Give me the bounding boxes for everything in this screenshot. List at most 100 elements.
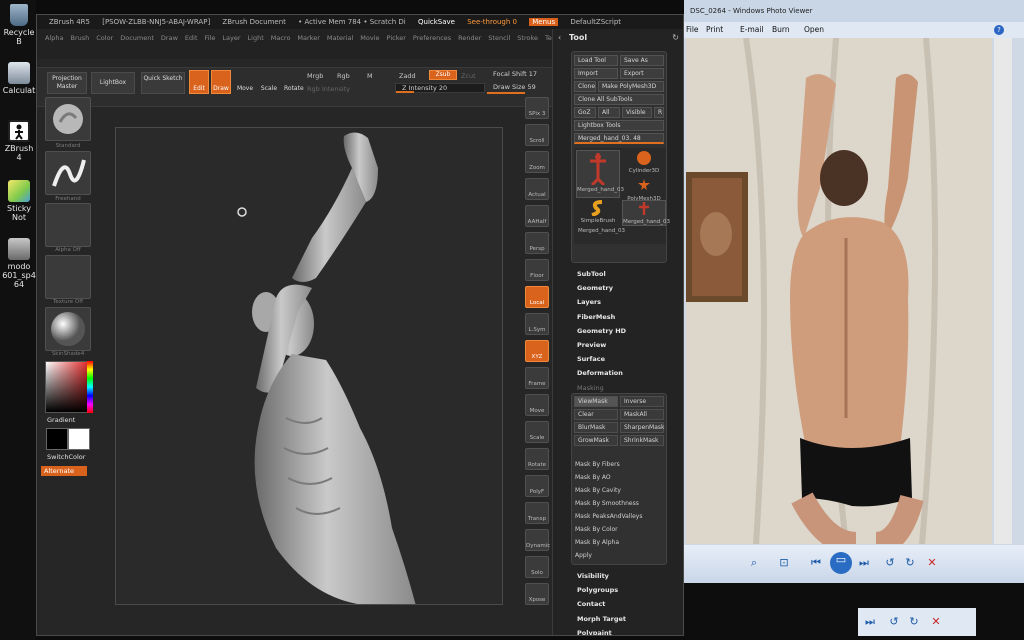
draw-size-slider[interactable]: Draw Size 59 [487, 83, 551, 94]
edit-button[interactable]: Edit [189, 70, 209, 94]
right-toolbar-button[interactable]: Persp [525, 232, 549, 254]
right-toolbar-button[interactable]: Zoom [525, 151, 549, 173]
menu-item[interactable]: Movie [360, 34, 379, 42]
right-toolbar-button[interactable]: Scroll [525, 124, 549, 146]
make-polymesh-button[interactable]: Make PolyMesh3D [598, 81, 664, 92]
tool-thumb-simplebrush[interactable]: SimpleBrush [576, 200, 620, 226]
tool-section-header[interactable]: Visibility [577, 572, 609, 580]
menu-item[interactable]: Preferences [413, 34, 451, 42]
blurmask-button[interactable]: BlurMask [574, 422, 618, 433]
mask-row-button[interactable]: Apply [573, 550, 667, 561]
menu-item[interactable]: File [205, 34, 216, 42]
menus-button[interactable]: Menus [529, 18, 559, 26]
right-toolbar-button[interactable]: Transp [525, 502, 549, 524]
maskall-button[interactable]: MaskAll [620, 409, 664, 420]
main-color-swatch[interactable] [46, 428, 68, 450]
tool-section-header[interactable]: Geometry HD [577, 327, 626, 335]
right-toolbar-button[interactable]: Solo [525, 556, 549, 578]
alternate-button[interactable]: Alternate [41, 466, 87, 476]
current-tool-slider[interactable]: Merged_hand_03. 48 [574, 133, 664, 144]
load-tool-button[interactable]: Load Tool [574, 55, 618, 66]
document-canvas[interactable] [115, 127, 503, 605]
actual-size-icon[interactable]: ⊡ [776, 555, 792, 571]
right-toolbar-button[interactable]: Xpose [525, 583, 549, 605]
menu-item[interactable]: Document [120, 34, 154, 42]
tool-section-header[interactable]: Preview [577, 341, 606, 349]
tool-section-header[interactable]: Layers [577, 298, 601, 306]
menu-item[interactable]: Edit [185, 34, 198, 42]
zoom-icon[interactable]: ⌕ [746, 555, 762, 571]
right-toolbar-button[interactable]: Frame [525, 367, 549, 389]
rotate-cw-icon[interactable]: ↻ [902, 555, 918, 571]
collapse-icon[interactable]: ‹ [558, 33, 561, 42]
lightbox-button[interactable]: LightBox [91, 72, 135, 94]
texture-slot[interactable] [45, 255, 91, 299]
menu-email[interactable]: E-mail [740, 22, 764, 38]
photo-viewer-scrollbar[interactable] [994, 38, 1012, 544]
menu-burn[interactable]: Burn [772, 22, 790, 38]
mask-row-button[interactable]: Mask PeaksAndValleys [573, 511, 667, 522]
delete-icon[interactable]: ✕ [924, 555, 940, 571]
color-picker[interactable] [45, 361, 91, 413]
tool-section-header[interactable]: Polygroups [577, 586, 618, 594]
menu-item[interactable]: Picker [387, 34, 406, 42]
import-button[interactable]: Import [574, 68, 618, 79]
mask-row-button[interactable]: Mask By Color [573, 524, 667, 535]
mask-row-button[interactable]: Mask By Smoothness [573, 498, 667, 509]
tool-section-header[interactable]: Surface [577, 355, 605, 363]
m-button[interactable]: M [367, 72, 373, 80]
refresh-icon[interactable]: ↻ [672, 33, 679, 42]
secondary-color-swatch[interactable] [68, 428, 90, 450]
right-toolbar-button[interactable]: Local [525, 286, 549, 308]
masking-section-label[interactable]: Masking [577, 384, 604, 392]
menu-item[interactable]: Light [248, 34, 264, 42]
right-toolbar-button[interactable]: SPix 3 [525, 97, 549, 119]
shrinkmask-button[interactable]: ShrinkMask [620, 435, 664, 446]
growmask-button[interactable]: GrowMask [574, 435, 618, 446]
desktop-icon-sticky-notes[interactable]: Sticky Not [2, 180, 36, 222]
projection-master-button[interactable]: Projection Master [47, 72, 87, 94]
menu-print[interactable]: Print [706, 22, 723, 38]
quicksave-button[interactable]: QuickSave [418, 18, 455, 26]
mask-row-button[interactable]: Mask By AO [573, 472, 667, 483]
export-button[interactable]: Export [620, 68, 664, 79]
move-button[interactable]: Move [235, 70, 255, 94]
clone-button[interactable]: Clone [574, 81, 596, 92]
menu-item[interactable]: Render [458, 34, 481, 42]
menu-item[interactable]: Brush [70, 34, 89, 42]
quick-sketch-button[interactable]: Quick Sketch [141, 72, 185, 94]
clear-mask-button[interactable]: Clear [574, 409, 618, 420]
mask-row-button[interactable]: Mask By Fibers [573, 459, 667, 470]
viewmask-button[interactable]: ViewMask [574, 396, 618, 407]
tool-section-header[interactable]: Contact [577, 600, 605, 608]
desktop-icon-zbrush[interactable]: ZBrush 4 [2, 120, 36, 162]
inverse-button[interactable]: Inverse [620, 396, 664, 407]
right-toolbar-button[interactable]: Floor [525, 259, 549, 281]
tool-section-header[interactable]: Deformation [577, 369, 623, 377]
previous-icon[interactable]: ⏮ [808, 555, 824, 571]
taskbar-rotate-ccw-icon[interactable]: ↺ [886, 614, 902, 630]
mask-row-button[interactable]: Mask By Alpha [573, 537, 667, 548]
tool-section-header[interactable]: SubTool [577, 270, 606, 278]
see-through-slider[interactable]: See-through 0 [467, 18, 517, 26]
right-toolbar-button[interactable]: Scale [525, 421, 549, 443]
help-icon[interactable]: ? [994, 25, 1004, 35]
goz-button[interactable]: GoZ [574, 107, 596, 118]
menu-item[interactable]: Stencil [488, 34, 510, 42]
menu-item[interactable]: Draw [161, 34, 178, 42]
menu-open[interactable]: Open [804, 22, 824, 38]
menu-file[interactable]: File [686, 22, 699, 38]
material-slot[interactable] [45, 307, 91, 351]
z-intensity-slider[interactable]: Z Intensity 20 [395, 83, 485, 93]
save-as-button[interactable]: Save As [620, 55, 664, 66]
right-toolbar-button[interactable]: PolyF [525, 475, 549, 497]
slideshow-icon[interactable]: ▭ [830, 552, 852, 574]
draw-button[interactable]: Draw [211, 70, 231, 94]
rgb-intensity-slider[interactable]: Rgb Intensity [307, 85, 350, 93]
all-button[interactable]: All [598, 107, 620, 118]
taskbar-next-icon[interactable]: ⏭ [862, 614, 878, 630]
tool-thumb-merged-hand[interactable]: Merged_hand_03 [576, 150, 624, 198]
right-toolbar-button[interactable]: Move [525, 394, 549, 416]
scale-button[interactable]: Scale [259, 70, 279, 94]
rgb-button[interactable]: Rgb [337, 72, 350, 80]
